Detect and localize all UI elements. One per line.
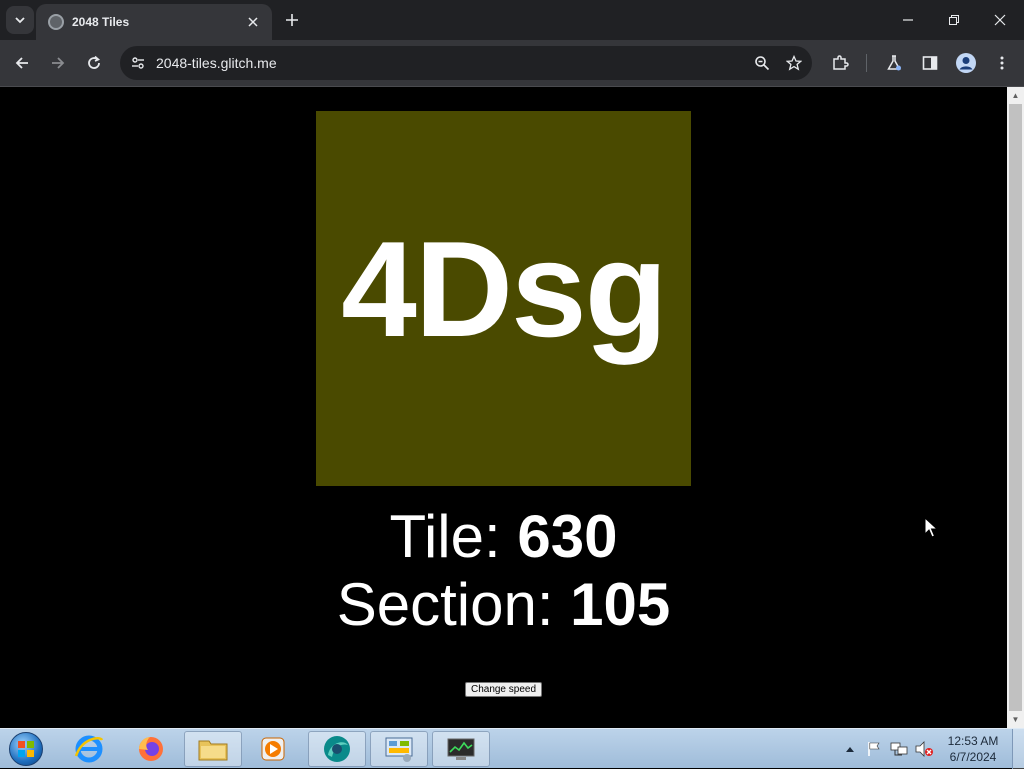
minimize-icon (903, 19, 913, 21)
page-viewport: 4Dsg Tile: 630 Section: 105 Change speed (0, 87, 1007, 728)
scroll-thumb[interactable] (1009, 104, 1022, 711)
network-icon (890, 742, 908, 756)
section-counter: Section: 105 (0, 575, 1007, 635)
side-panel-icon (922, 56, 938, 70)
start-button[interactable] (6, 731, 46, 767)
file-explorer-icon (198, 740, 228, 761)
back-button[interactable] (8, 49, 36, 77)
tune-icon (132, 57, 144, 69)
tab-title: 2048 Tiles (72, 15, 130, 29)
mouse-cursor-icon (924, 517, 938, 538)
change-speed-button[interactable]: Change speed (465, 682, 542, 697)
tab-strip: 2048 Tiles (0, 0, 1024, 40)
tab-2048-tiles[interactable]: 2048 Tiles (36, 4, 272, 40)
tile-counter: Tile: 630 (0, 507, 1007, 567)
taskbar-control-panel[interactable] (370, 731, 428, 767)
tray-volume[interactable] (912, 733, 936, 765)
section-counter-value: 105 (570, 571, 671, 638)
flag-icon (868, 742, 880, 756)
volume-muted-icon (915, 741, 933, 757)
zoom-button[interactable] (748, 49, 776, 77)
scroll-up-arrow[interactable]: ▲ (1007, 87, 1024, 104)
reload-icon (88, 55, 100, 69)
show-desktop-button[interactable] (1012, 729, 1024, 769)
taskbar-browser-app[interactable] (308, 731, 366, 767)
zoom-icon (755, 56, 770, 71)
globe-icon (48, 14, 64, 30)
taskbar-firefox[interactable] (122, 731, 180, 767)
windows-logo-icon (9, 732, 43, 766)
task-manager-icon (447, 738, 475, 760)
browser-menu-button[interactable] (988, 49, 1016, 77)
tile-counter-label: Tile: (389, 503, 518, 570)
section-counter-label: Section: (336, 571, 571, 638)
tab-close-button[interactable] (244, 13, 262, 31)
clock-time: 12:53 AM (947, 734, 999, 748)
page-scrollbar[interactable]: ▲ ▼ (1007, 87, 1024, 728)
tray-action-center[interactable] (864, 733, 884, 765)
tile-counter-value: 630 (517, 503, 618, 570)
tray-overflow-button[interactable] (842, 733, 858, 765)
close-window-button[interactable] (978, 6, 1022, 34)
minimize-button[interactable] (886, 6, 930, 34)
forward-button[interactable] (44, 49, 72, 77)
arrow-right-icon (52, 57, 65, 69)
restore-button[interactable] (932, 6, 976, 34)
close-icon (248, 17, 258, 27)
labs-button[interactable] (880, 49, 908, 77)
system-clock[interactable]: 12:53 AM 6/7/2024 (940, 733, 1006, 765)
tab-search-button[interactable] (6, 6, 34, 34)
clock-date: 6/7/2024 (949, 750, 997, 764)
firefox-icon (138, 737, 163, 761)
taskbar-internet-explorer[interactable] (60, 731, 118, 767)
tray-network[interactable] (888, 733, 910, 765)
internet-explorer-icon (74, 735, 104, 763)
taskbar-file-explorer[interactable] (184, 731, 242, 767)
taskbar-task-manager[interactable] (432, 731, 490, 767)
control-panel-icon (385, 737, 413, 762)
plus-icon (286, 14, 298, 26)
browser-app-icon (324, 736, 350, 762)
puzzle-icon (833, 55, 849, 70)
tile-display: 4Dsg (316, 111, 691, 486)
chevron-up-icon (846, 747, 854, 752)
star-icon (786, 55, 802, 71)
restore-icon (949, 15, 959, 25)
taskbar-media-player[interactable] (244, 731, 302, 767)
avatar-icon (956, 53, 976, 73)
browser-chrome: 2048 Tiles 2048-tiles.glitch.me (0, 0, 1024, 87)
close-icon (994, 14, 1006, 26)
new-tab-button[interactable] (280, 8, 304, 32)
media-player-icon (261, 737, 285, 761)
more-vert-icon (1000, 56, 1004, 70)
extensions-button[interactable] (826, 49, 854, 77)
profile-button[interactable] (952, 49, 980, 77)
address-bar[interactable]: 2048-tiles.glitch.me (120, 46, 812, 80)
scroll-down-arrow[interactable]: ▼ (1007, 711, 1024, 728)
site-info-button[interactable] (124, 49, 152, 77)
bookmark-button[interactable] (780, 49, 808, 77)
arrow-left-icon (15, 57, 28, 69)
browser-toolbar: 2048-tiles.glitch.me (0, 40, 1024, 86)
windows-taskbar: 12:53 AM 6/7/2024 (0, 728, 1024, 769)
chevron-down-icon (15, 17, 25, 24)
tile-label: 4Dsg (341, 212, 668, 365)
reload-button[interactable] (80, 49, 108, 77)
side-panel-button[interactable] (916, 49, 944, 77)
flask-icon (887, 55, 901, 71)
url-text: 2048-tiles.glitch.me (156, 55, 277, 71)
toolbar-separator (866, 54, 867, 72)
